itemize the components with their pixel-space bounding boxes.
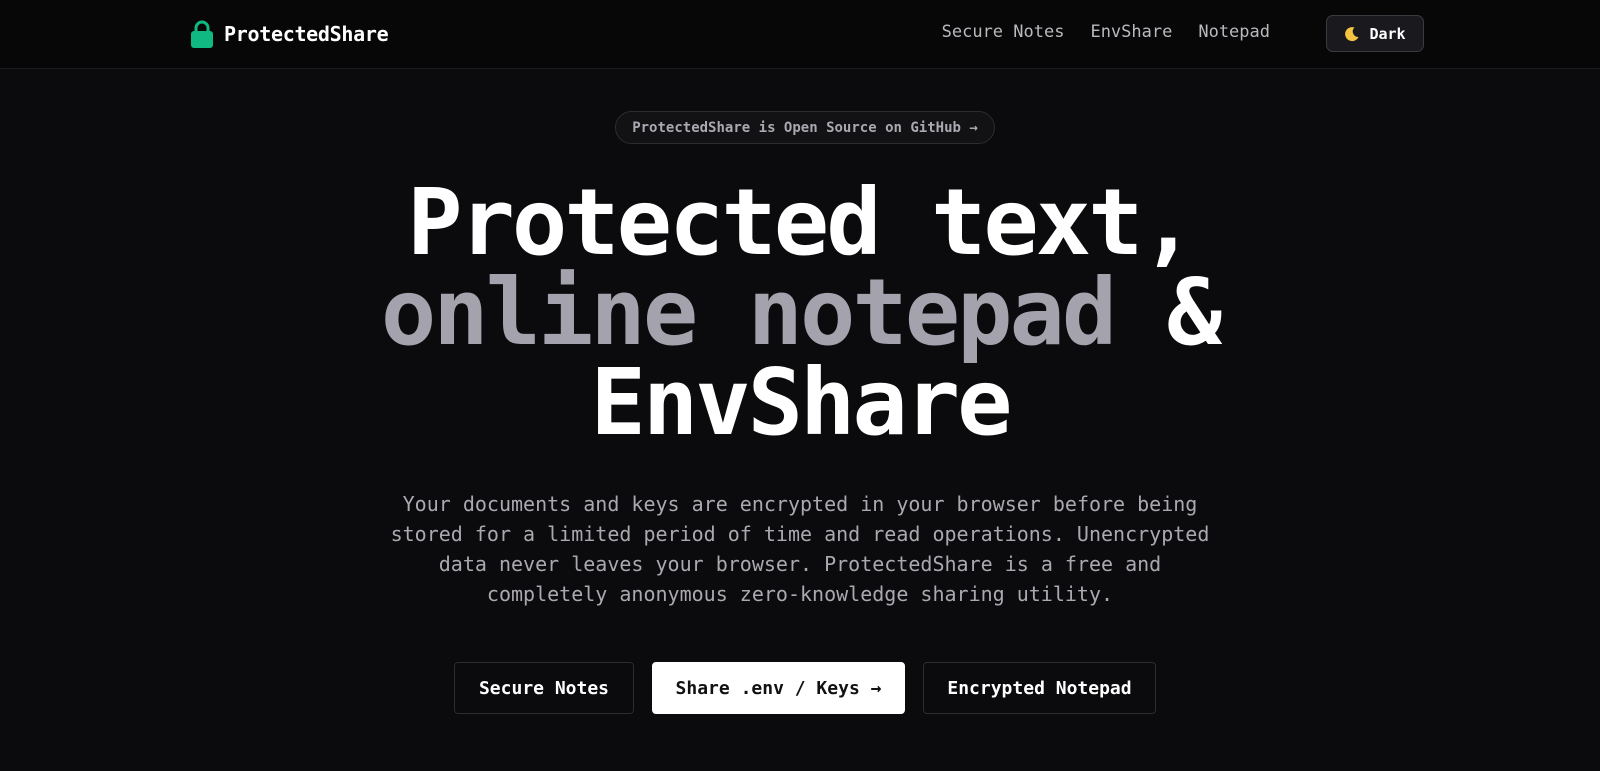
hero-description-line-2: stored for a limited period of time and … — [390, 522, 1210, 546]
hero-title-line-2: online notepad & — [0, 267, 1600, 359]
share-env-keys-button[interactable]: Share .env / Keys → — [652, 662, 905, 714]
hero-title-ampersand: & — [1114, 259, 1222, 366]
nav-link-notepad[interactable]: Notepad — [1198, 22, 1270, 42]
moon-icon — [1345, 26, 1359, 41]
brand-logo[interactable]: ProtectedShare — [190, 20, 389, 48]
hero-description: Your documents and keys are encrypted in… — [350, 489, 1250, 609]
hero-title-line-3: EnvShare — [590, 349, 1012, 456]
main-nav: Secure Notes EnvShare Notepad — [942, 22, 1270, 42]
hero-title-line-1: Protected text, — [407, 169, 1196, 276]
github-announcement-pill[interactable]: ProtectedShare is Open Source on GitHub … — [615, 111, 995, 144]
encrypted-notepad-button[interactable]: Encrypted Notepad — [923, 662, 1156, 714]
hero-description-line-3: data never leaves your browser. Protecte… — [438, 552, 1162, 576]
nav-link-envshare[interactable]: EnvShare — [1090, 22, 1172, 42]
hero-description-line-4: completely anonymous zero-knowledge shar… — [486, 582, 1114, 606]
hero-description-line-1: Your documents and keys are encrypted in… — [402, 492, 1198, 516]
hero-title: Protected text, online notepad & EnvShar… — [0, 169, 1600, 456]
secure-notes-button[interactable]: Secure Notes — [454, 662, 634, 714]
lock-icon — [191, 20, 213, 48]
cta-button-row: Secure Notes Share .env / Keys → Encrypt… — [0, 662, 1600, 714]
nav-link-secure-notes[interactable]: Secure Notes — [942, 22, 1065, 42]
theme-toggle-button[interactable]: Dark — [1326, 15, 1424, 52]
top-navbar: ProtectedShare Secure Notes EnvShare Not… — [0, 0, 1600, 69]
theme-toggle-label: Dark — [1369, 24, 1406, 43]
brand-name: ProtectedShare — [224, 22, 389, 46]
